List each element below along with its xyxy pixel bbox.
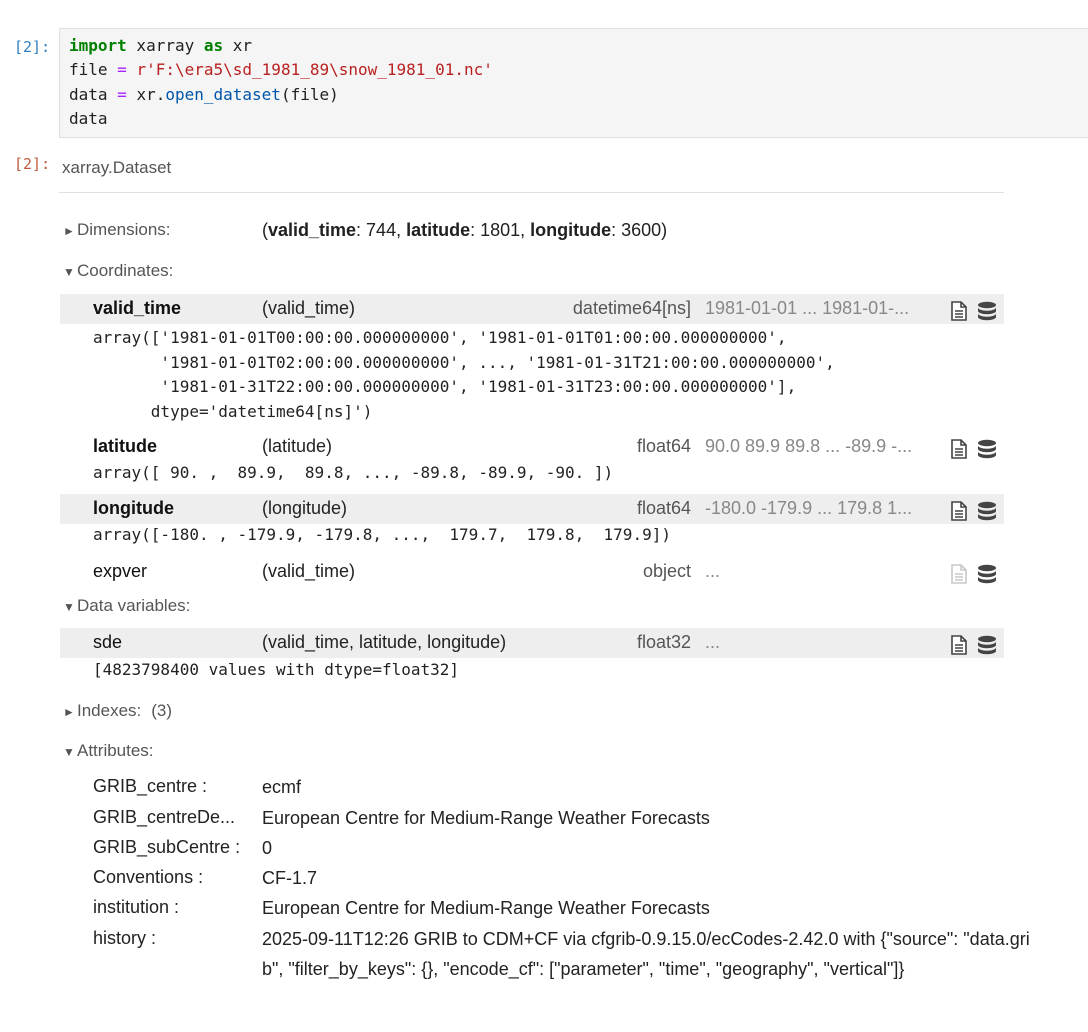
- database-icon[interactable]: [977, 635, 997, 655]
- variable-data: data: [69, 85, 118, 104]
- file-text-icon[interactable]: [950, 501, 968, 521]
- variable-name: sde: [93, 632, 123, 652]
- keyword-as: as: [203, 36, 224, 55]
- variable-dtype: float32: [636, 632, 691, 652]
- dim-name: valid_time: [268, 220, 357, 240]
- variable-dtype: datetime64[ns]: [572, 298, 691, 318]
- expanded-triangle-icon: ▼: [63, 745, 75, 759]
- input-prompt: [2]:: [14, 38, 51, 56]
- variable-preview: -180.0 -179.9 ... 179.8 1...: [705, 498, 913, 518]
- variable-row-expver[interactable]: expver (valid_time) object ...: [60, 557, 1004, 587]
- file-text-icon[interactable]: [950, 439, 968, 459]
- section-dimensions[interactable]: ► Dimensions:: [63, 220, 171, 240]
- variable-row-latitude[interactable]: latitude (latitude) float64 90.0 89.9 89…: [60, 432, 1004, 462]
- code-line-2: file = r'F:\era5\sd_1981_89\snow_1981_01…: [69, 60, 493, 79]
- variable-dims: (valid_time): [262, 561, 356, 581]
- section-coordinates[interactable]: ▼ Coordinates:: [63, 261, 173, 281]
- variable-name: valid_time: [93, 298, 182, 318]
- dim-size: : 3600): [611, 220, 668, 240]
- file-text-icon[interactable]: [950, 635, 968, 655]
- variable-dims: (valid_time, latitude, longitude): [262, 632, 507, 652]
- attr-key: history :: [93, 928, 157, 948]
- section-label: Indexes:: [77, 701, 142, 720]
- dim-size: : 1801,: [470, 220, 531, 240]
- module-ref: xr.: [126, 85, 166, 104]
- header-divider: [59, 192, 1004, 193]
- file-text-icon[interactable]: [950, 301, 968, 321]
- attr-value: European Centre for Medium-Range Weather…: [262, 808, 710, 828]
- section-label: Data variables:: [77, 596, 191, 615]
- attr-value: 2025-09-11T12:26 GRIB to CDM+CF via cfgr…: [262, 929, 1030, 979]
- variable-preview: 1981-01-01 ... 1981-01-...: [705, 298, 910, 318]
- attr-key: Conventions :: [93, 867, 204, 887]
- attr-value: 0: [262, 838, 273, 858]
- attr-key: GRIB_subCentre :: [93, 837, 241, 857]
- variable-file: file: [69, 60, 118, 79]
- assign-operator: =: [117, 85, 127, 104]
- database-icon[interactable]: [977, 501, 997, 521]
- variable-name: expver: [93, 561, 148, 581]
- array-repr: [4823798400 values with dtype=float32]: [93, 660, 460, 679]
- variable-preview: ...: [705, 561, 721, 581]
- variable-row-sde[interactable]: sde (valid_time, latitude, longitude) fl…: [60, 628, 1004, 658]
- attr-key: GRIB_centreDe...: [93, 807, 236, 827]
- attr-key: institution :: [93, 897, 180, 917]
- array-repr: array([-180. , -179.9, -179.8, ..., 179.…: [93, 525, 671, 544]
- database-icon[interactable]: [977, 301, 997, 321]
- section-label: Attributes:: [77, 741, 154, 760]
- collapsed-triangle-icon: ►: [63, 224, 75, 238]
- attr-value: CF-1.7: [262, 868, 318, 888]
- variable-name: longitude: [93, 498, 174, 518]
- path-string: r'F:\era5\sd_1981_89\snow_1981_01.nc': [126, 60, 493, 79]
- dim-name: latitude: [406, 220, 471, 240]
- dataset-header: xarray.Dataset: [62, 158, 172, 177]
- dim-size: : 744,: [356, 220, 407, 240]
- assign-operator: =: [117, 60, 127, 79]
- section-data-variables[interactable]: ▼ Data variables:: [63, 596, 190, 616]
- keyword-import: import: [69, 36, 127, 55]
- variable-dtype: float64: [636, 436, 691, 456]
- variable-preview: 90.0 89.9 89.8 ... -89.9 -...: [705, 436, 913, 456]
- array-repr: array(['1981-01-01T00:00:00.000000000', …: [93, 328, 835, 421]
- code-line-4: data: [69, 109, 108, 128]
- index-count: (3): [151, 701, 173, 720]
- variable-row-valid-time[interactable]: valid_time (valid_time) datetime64[ns] 1…: [60, 294, 1004, 324]
- array-repr: array([ 90. , 89.9, 89.8, ..., -89.8, -8…: [93, 463, 614, 482]
- section-label: Coordinates:: [77, 261, 174, 280]
- code-line-1: import xarray as xr: [69, 36, 252, 55]
- collapsed-triangle-icon: ►: [63, 705, 75, 719]
- dimensions-summary: (valid_time: 744, latitude: 1801, longit…: [262, 220, 667, 241]
- code-editor[interactable]: import xarray as xr file = r'F:\era5\sd_…: [59, 28, 1088, 138]
- variable-dims: (valid_time): [262, 298, 356, 318]
- attr-value: European Centre for Medium-Range Weather…: [262, 898, 710, 918]
- attr-key: GRIB_centre :: [93, 776, 208, 796]
- dim-name: longitude: [530, 220, 612, 240]
- file-text-icon: [950, 564, 968, 584]
- module-name: xarray: [126, 36, 204, 55]
- variable-dtype: float64: [636, 498, 691, 518]
- variable-preview: ...: [705, 632, 721, 652]
- variable-dtype: object: [642, 561, 691, 581]
- function-name: open_dataset: [165, 85, 281, 104]
- expanded-triangle-icon: ▼: [63, 265, 75, 279]
- database-icon[interactable]: [977, 564, 997, 584]
- attr-value: ecmf: [262, 777, 302, 797]
- section-label: Dimensions:: [77, 220, 171, 239]
- variable-row-longitude[interactable]: longitude (longitude) float64 -180.0 -17…: [60, 494, 1004, 524]
- variable-name: latitude: [93, 436, 158, 456]
- expanded-triangle-icon: ▼: [63, 600, 75, 614]
- variable-dims: (longitude): [262, 498, 348, 518]
- database-icon[interactable]: [977, 439, 997, 459]
- section-attributes[interactable]: ▼ Attributes:: [63, 741, 154, 761]
- code-line-3: data = xr.open_dataset(file): [69, 85, 339, 104]
- output-prompt: [2]:: [14, 155, 51, 173]
- function-args: (file): [280, 85, 339, 104]
- module-alias: xr: [223, 36, 253, 55]
- section-indexes[interactable]: ► Indexes: (3): [63, 701, 172, 721]
- variable-dims: (latitude): [262, 436, 333, 456]
